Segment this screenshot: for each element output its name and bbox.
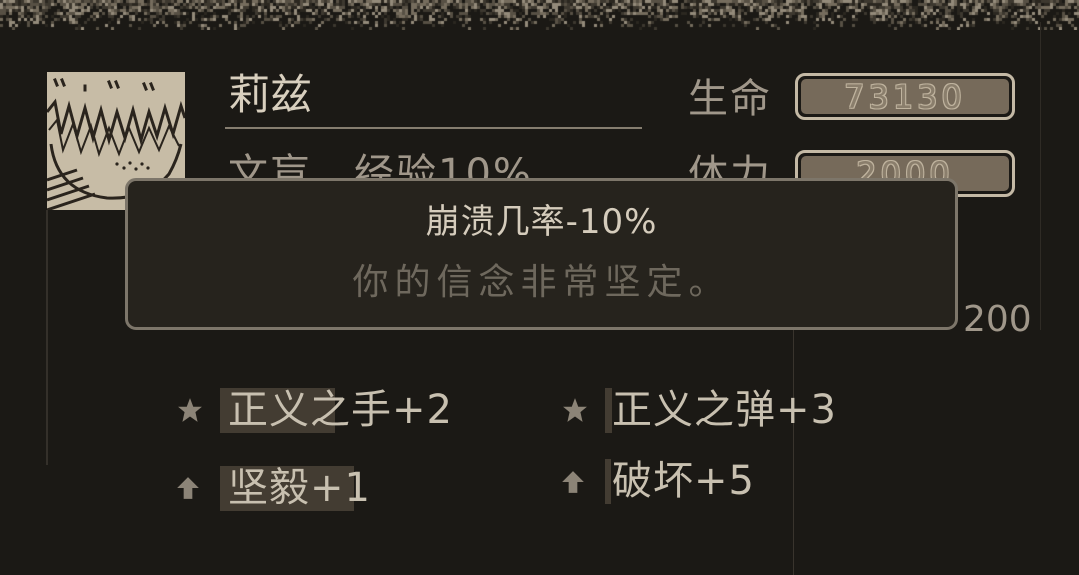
perk-label[interactable]: 坚毅+1: [228, 466, 371, 511]
stat-label-health: 生命: [688, 76, 772, 122]
tooltip-description: 你的信念非常坚定。: [352, 262, 731, 303]
health-bar: 73130: [795, 73, 1015, 120]
perk-label[interactable]: 破坏+5: [612, 459, 755, 504]
name-underline: [225, 127, 642, 129]
perk-label[interactable]: 正义之弹+3: [612, 388, 837, 433]
trait-tooltip: 崩溃几率-10% 你的信念非常坚定。: [125, 178, 958, 330]
star-icon: [177, 397, 203, 423]
tooltip-title: 崩溃几率-10%: [425, 202, 658, 242]
panel-divider-right: [1040, 22, 1041, 330]
perk-progress-fill: [605, 388, 612, 433]
perk-progress-fill: [605, 459, 611, 504]
panel-divider-middle: [793, 330, 794, 575]
health-value: 73130: [801, 79, 1009, 115]
trait-row-3-value: 200: [963, 299, 1032, 340]
perk-label[interactable]: 正义之手+2: [228, 388, 453, 433]
up-arrow-icon: [175, 475, 201, 501]
star-icon: [562, 397, 588, 423]
up-arrow-icon: [560, 469, 586, 495]
panel-divider-left: [46, 210, 48, 465]
top-noise-border: [0, 0, 1079, 30]
character-name: 莉兹: [228, 70, 313, 119]
